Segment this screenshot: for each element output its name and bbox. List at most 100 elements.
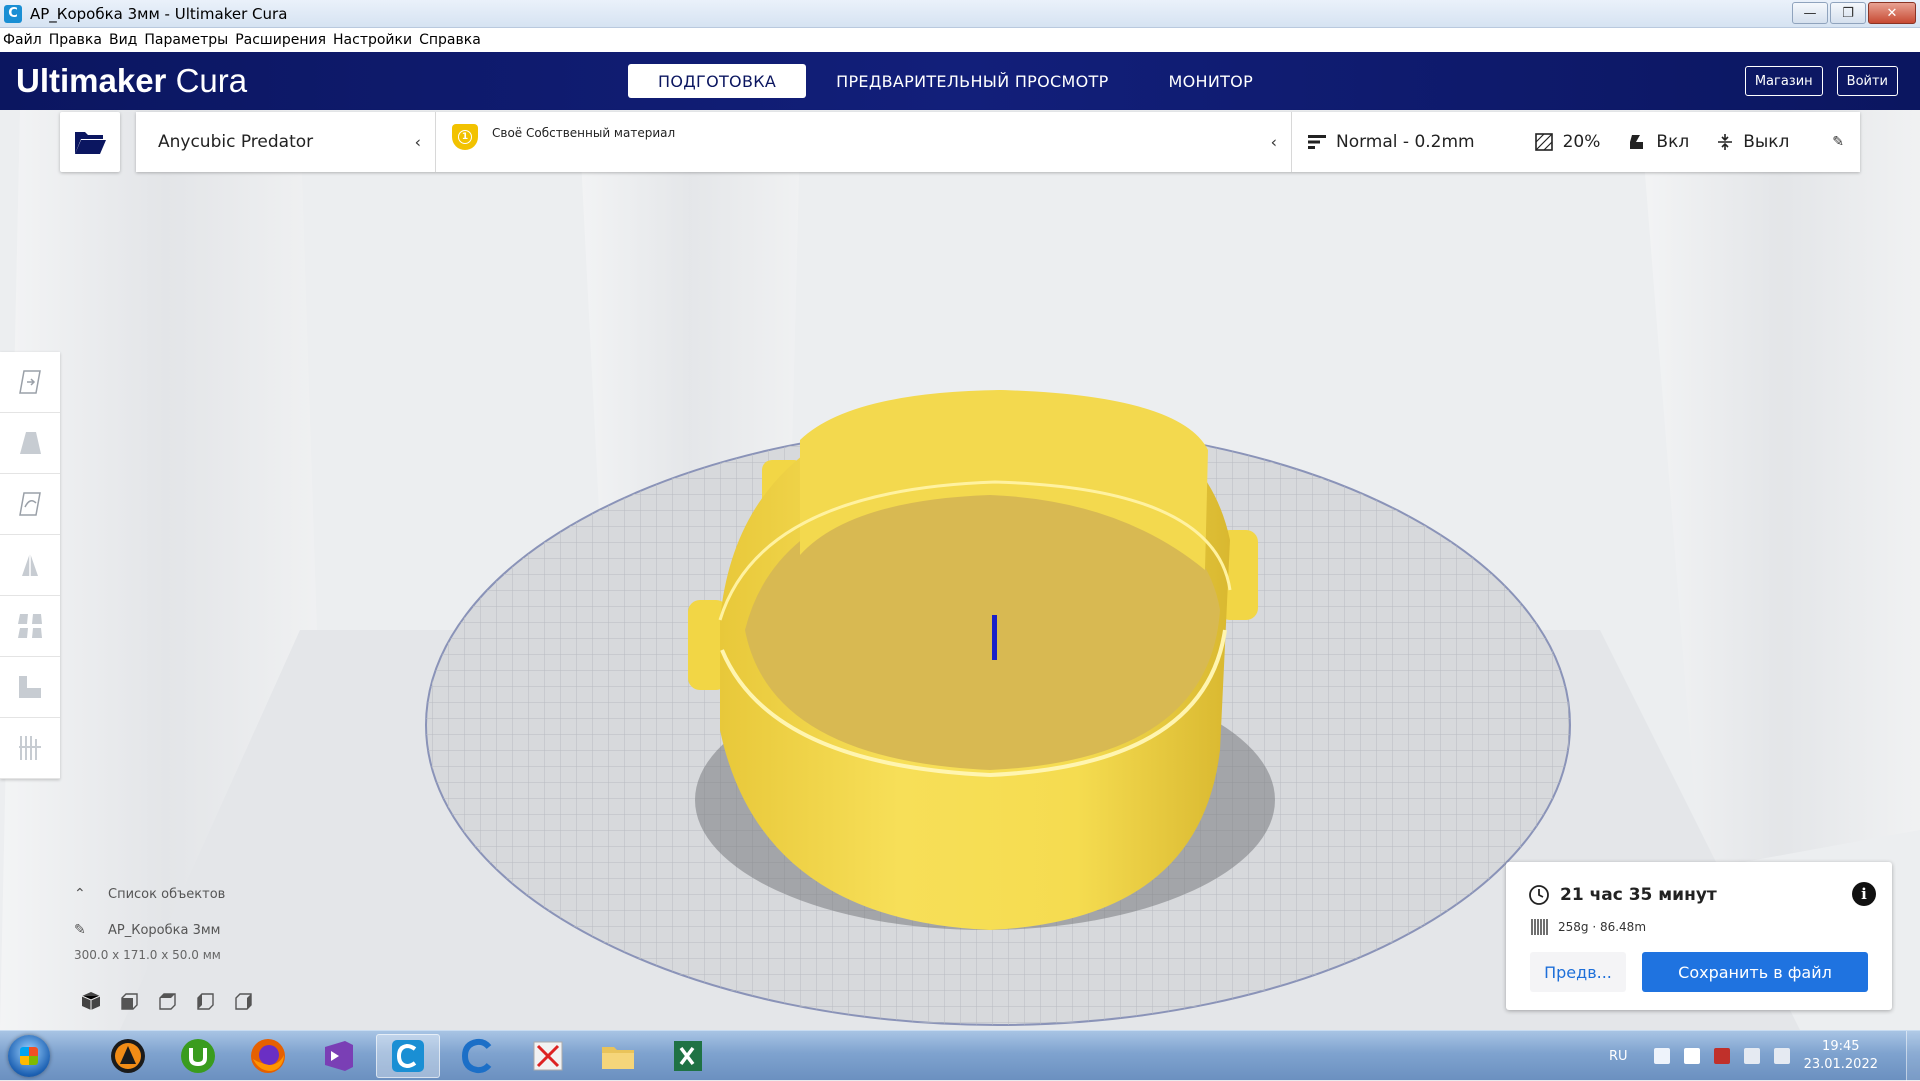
object-name: АР_Коробка 3мм xyxy=(108,922,221,938)
menu-help[interactable]: Справка xyxy=(419,32,481,48)
printer-name: Anycubic Predator xyxy=(158,132,314,152)
aimp-icon xyxy=(111,1039,145,1073)
support-blocker-icon xyxy=(19,676,41,698)
menu-view[interactable]: Вид xyxy=(109,32,137,48)
view-left-icon[interactable] xyxy=(194,990,216,1012)
clock-icon xyxy=(1529,885,1549,905)
print-time-value: 21 час 35 минут xyxy=(1560,885,1717,905)
action-center-flag-icon[interactable] xyxy=(1683,1048,1700,1064)
language-indicator[interactable]: RU xyxy=(1609,1049,1628,1064)
print-settings-selector[interactable]: Normal - 0.2mm 20% Вкл Выкл ✎ xyxy=(1292,112,1860,172)
camera-view-buttons xyxy=(80,990,254,1012)
tray-expand-icon[interactable] xyxy=(1653,1048,1670,1064)
utorrent-icon xyxy=(181,1039,215,1073)
tab-prepare[interactable]: ПОДГОТОВКА xyxy=(628,64,807,98)
support-icon xyxy=(1630,135,1644,149)
mesh-tools-tool[interactable] xyxy=(0,718,60,779)
stage-tabs: ПОДГОТОВКА ПРЕДВАРИТЕЛЬНЫЙ ПРОСМОТР МОНИ… xyxy=(628,64,1283,98)
folder-icon xyxy=(602,1047,634,1069)
print-estimate-panel: 21 час 35 минут i 258g · 86.48m Предв...… xyxy=(1506,862,1892,1010)
rotate-tool[interactable] xyxy=(0,474,60,535)
taskbar-app-explorer[interactable] xyxy=(586,1034,650,1078)
clock-date: 23.01.2022 xyxy=(1803,1057,1878,1072)
object-list-toggle[interactable]: ⌃ Список объектов xyxy=(74,884,394,904)
view-right-icon[interactable] xyxy=(232,990,254,1012)
antivirus-icon[interactable] xyxy=(1713,1048,1730,1064)
mirror-icon xyxy=(22,553,38,576)
view-top-icon[interactable] xyxy=(156,990,178,1012)
save-to-file-button[interactable]: Сохранить в файл xyxy=(1642,952,1868,992)
view-front-icon[interactable] xyxy=(118,990,140,1012)
print-time: 21 час 35 минут xyxy=(1528,884,1717,906)
taskbar-app-image-viewer[interactable] xyxy=(516,1034,580,1078)
tool-panel xyxy=(0,352,60,779)
firefox-icon xyxy=(251,1039,285,1073)
ccleaner-icon xyxy=(461,1038,492,1074)
material-selector[interactable]: 1 Своё Собственный материал ‹ xyxy=(436,112,1292,172)
pencil-icon[interactable]: ✎ xyxy=(1832,134,1844,150)
visual-studio-icon xyxy=(325,1041,353,1071)
marketplace-button[interactable]: Магазин xyxy=(1744,66,1823,96)
taskbar-app-ccleaner[interactable] xyxy=(446,1034,510,1078)
signin-button[interactable]: Войти xyxy=(1836,66,1898,96)
maximize-button[interactable]: ❐ xyxy=(1830,2,1866,24)
excel-icon xyxy=(674,1041,702,1071)
minimize-button[interactable]: — xyxy=(1792,2,1828,24)
taskbar-app-cura[interactable] xyxy=(376,1034,440,1078)
material-name: Своё Собственный материал xyxy=(492,126,676,140)
clock-time: 19:45 xyxy=(1822,1039,1860,1054)
system-tray: RU 19:45 23.01.2022 xyxy=(1609,1031,1920,1081)
printer-selector[interactable]: Anycubic Predator ‹ xyxy=(136,112,436,172)
show-desktop-button[interactable] xyxy=(1906,1031,1920,1081)
cura-header: Ultimaker Cura ПОДГОТОВКА ПРЕДВАРИТЕЛЬНЫ… xyxy=(0,52,1920,110)
logo-light-text: Cura xyxy=(175,62,248,99)
support-blocker-tool[interactable] xyxy=(0,657,60,718)
support-setting: Вкл xyxy=(1628,132,1689,152)
menu-edit[interactable]: Правка xyxy=(49,32,102,48)
taskbar-apps xyxy=(96,1034,720,1078)
scale-tool[interactable] xyxy=(0,413,60,474)
scale-icon xyxy=(20,432,41,454)
profile-setting: Normal - 0.2mm xyxy=(1308,132,1475,152)
cura-icon xyxy=(392,1040,424,1072)
adhesion-value: Выкл xyxy=(1743,132,1790,152)
volume-icon[interactable] xyxy=(1773,1048,1790,1064)
print-config-bar: Anycubic Predator ‹ 1 Своё Собственный м… xyxy=(136,112,1860,172)
taskbar-app-aimp[interactable] xyxy=(96,1034,160,1078)
cura-app-icon: C xyxy=(4,4,22,23)
windows-taskbar: RU 19:45 23.01.2022 xyxy=(0,1030,1920,1081)
start-button[interactable] xyxy=(8,1035,50,1077)
adhesion-setting: Выкл xyxy=(1717,132,1789,152)
mirror-tool[interactable] xyxy=(0,535,60,596)
chevron-left-icon: ‹ xyxy=(1270,132,1277,152)
profile-name: Normal - 0.2mm xyxy=(1336,132,1475,152)
preview-button[interactable]: Предв... xyxy=(1530,952,1626,992)
per-model-settings-tool[interactable] xyxy=(0,596,60,657)
extruder-badge-icon: 1 xyxy=(452,124,478,150)
spool-icon xyxy=(1531,919,1548,935)
network-icon[interactable] xyxy=(1743,1048,1760,1064)
menu-file[interactable]: Файл xyxy=(3,32,42,48)
chevron-up-icon: ⌃ xyxy=(74,886,86,902)
info-icon[interactable]: i xyxy=(1852,882,1876,906)
material-usage-value: 258g · 86.48m xyxy=(1558,920,1647,934)
per-model-settings-icon xyxy=(18,614,42,638)
infill-value: 20% xyxy=(1562,132,1601,152)
header-actions: Магазин Войти xyxy=(1744,66,1898,96)
move-icon xyxy=(19,370,41,394)
menu-preferences[interactable]: Настройки xyxy=(333,32,412,48)
move-tool[interactable] xyxy=(0,352,60,413)
taskbar-clock[interactable]: 19:45 23.01.2022 xyxy=(1804,1038,1878,1074)
image-viewer-icon xyxy=(533,1041,563,1071)
open-file-button[interactable] xyxy=(60,112,120,172)
menu-extensions[interactable]: Расширения xyxy=(235,32,326,48)
view-3d-icon[interactable] xyxy=(80,990,102,1012)
taskbar-app-visual-studio[interactable] xyxy=(306,1034,370,1078)
tab-monitor[interactable]: МОНИТОР xyxy=(1139,64,1284,98)
taskbar-app-firefox[interactable] xyxy=(236,1034,300,1078)
menu-settings[interactable]: Параметры xyxy=(144,32,228,48)
close-button[interactable]: ✕ xyxy=(1868,2,1916,24)
taskbar-app-utorrent[interactable] xyxy=(166,1034,230,1078)
tab-preview[interactable]: ПРЕДВАРИТЕЛЬНЫЙ ПРОСМОТР xyxy=(806,64,1138,98)
taskbar-app-excel[interactable] xyxy=(656,1034,720,1078)
